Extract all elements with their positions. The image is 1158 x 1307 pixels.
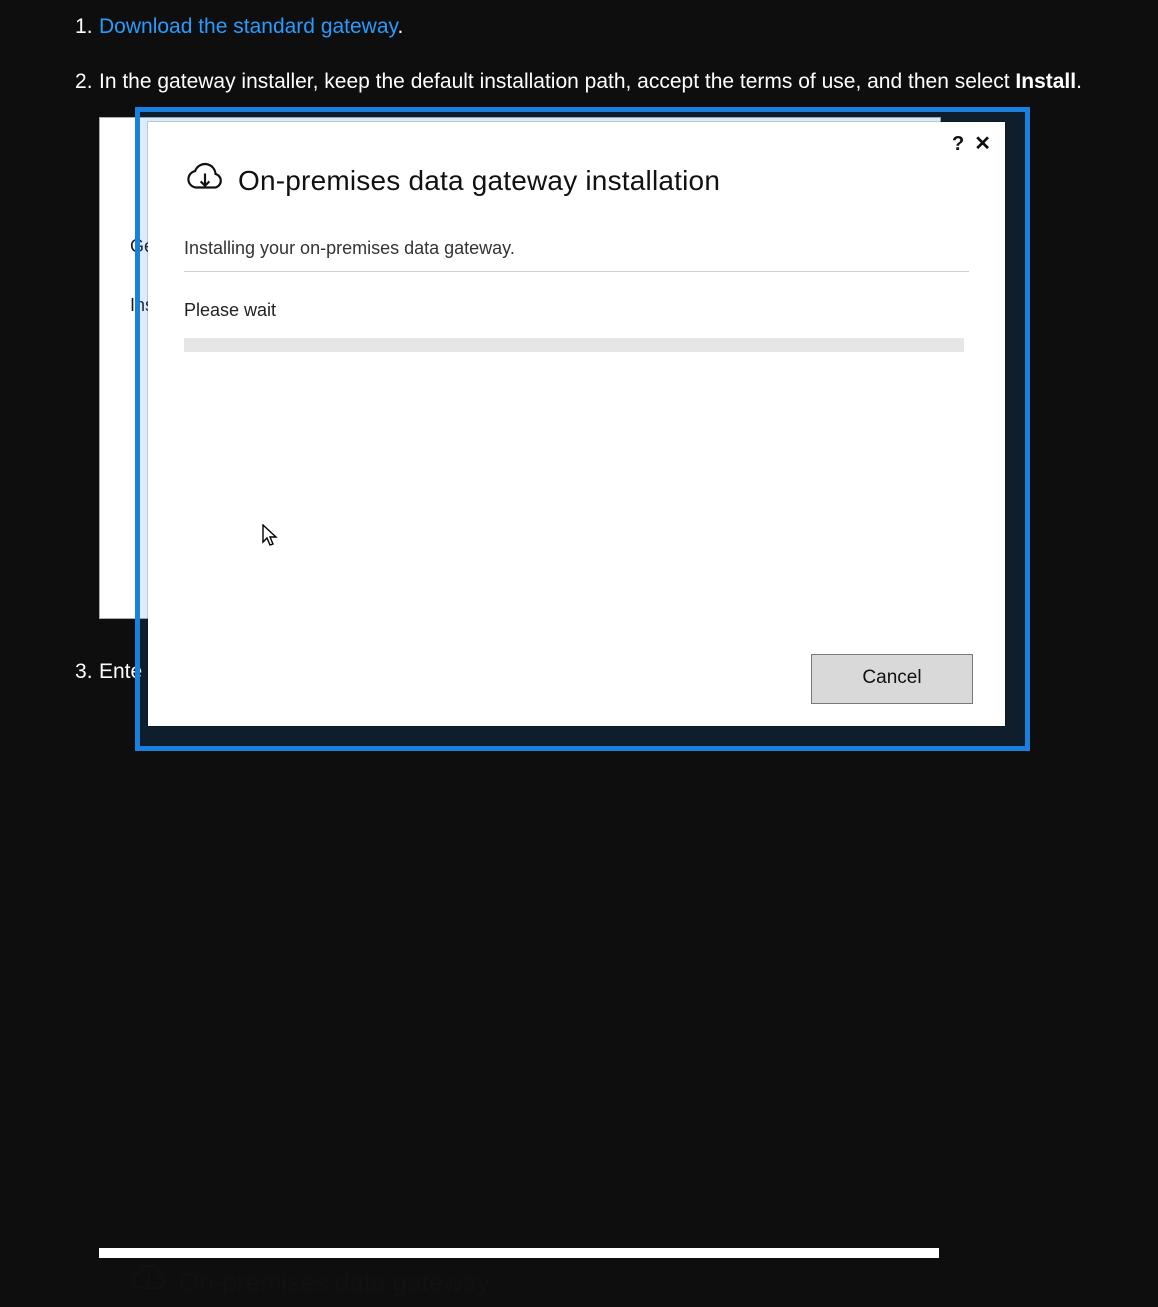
step-2-bold-install: Install (1015, 70, 1076, 93)
second-preview-title: On-premises data gateway (179, 1264, 490, 1300)
step-2-suffix: . (1076, 70, 1082, 93)
gateway-installer-dialog: ? ✕ On-premises data gateway installatio… (148, 122, 1005, 726)
dialog-title: On-premises data gateway installation (238, 161, 720, 200)
cancel-button[interactable]: Cancel (811, 654, 973, 704)
download-gateway-link[interactable]: Download the standard gateway (99, 15, 397, 38)
second-screenshot-preview: On-premises data gateway (99, 1248, 939, 1258)
install-progress-bar (184, 338, 964, 352)
cloud-install-icon (129, 1258, 169, 1306)
close-icon[interactable]: ✕ (974, 134, 991, 154)
installing-status-text: Installing your on-premises data gateway… (184, 236, 969, 272)
step-2: In the gateway installer, keep the defau… (75, 67, 1118, 96)
mouse-cursor-icon (262, 524, 280, 557)
step-1: Download the standard gateway. (75, 12, 1118, 41)
help-icon[interactable]: ? (952, 134, 964, 154)
step-2-prefix: In the gateway installer, keep the defau… (99, 70, 1015, 93)
please-wait-text: Please wait (184, 298, 969, 323)
cloud-install-icon (184, 156, 226, 206)
step-1-suffix: . (397, 15, 403, 38)
